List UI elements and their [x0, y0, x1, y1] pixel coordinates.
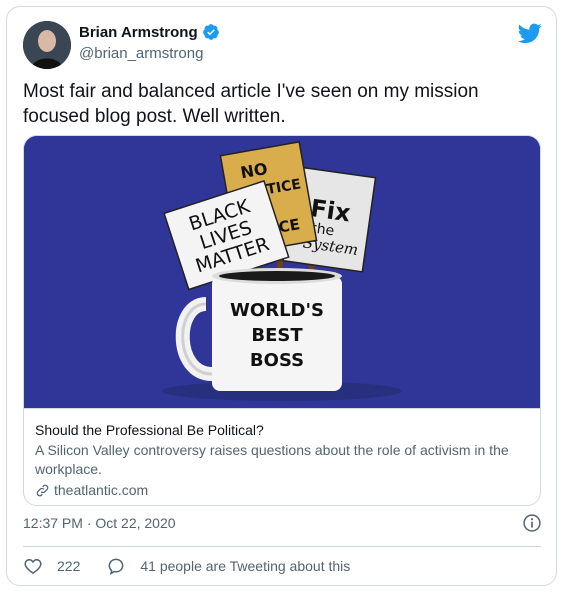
article-domain-text: theatlantic.com: [54, 482, 149, 498]
reply-bubble-icon: [108, 558, 124, 576]
twitter-bird-icon[interactable]: [517, 21, 542, 45]
author-avatar[interactable]: [23, 21, 71, 69]
reply-text: 41 people are Tweeting about this: [140, 558, 351, 574]
verified-badge-icon: [202, 23, 220, 41]
article-image: Fix the System NO JUSTICE CE BLACK LIVES…: [24, 136, 540, 408]
mug-line-3: BOSS: [250, 350, 304, 371]
tweet-embed-card: Brian Armstrong @brian_armstrong Most fa…: [6, 6, 557, 586]
author-handle[interactable]: @brian_armstrong: [79, 45, 203, 62]
mug-line-2: BEST: [251, 325, 303, 346]
article-domain: theatlantic.com: [35, 481, 529, 500]
tweet-actions: 222 41 people are Tweeting about this: [23, 556, 350, 576]
article-description: A Silicon Valley controversy raises ques…: [35, 442, 509, 477]
tweet-text: Most fair and balanced article I've seen…: [23, 81, 479, 127]
article-title: Should the Professional Be Political?: [35, 422, 264, 438]
divider: [23, 546, 541, 547]
like-count: 222: [57, 558, 81, 574]
article-link-card[interactable]: Fix the System NO JUSTICE CE BLACK LIVES…: [23, 135, 541, 506]
heart-icon: [24, 558, 42, 574]
info-icon[interactable]: [522, 513, 542, 533]
author-name[interactable]: Brian Armstrong: [79, 24, 198, 41]
author-name-row: Brian Armstrong: [79, 23, 220, 41]
tweet-timestamp[interactable]: 12:37 PM · Oct 22, 2020: [23, 515, 176, 531]
like-button[interactable]: 222: [23, 556, 80, 576]
link-icon: [36, 484, 49, 497]
article-meta: Should the Professional Be Political? A …: [24, 408, 540, 505]
article-illustration: Fix the System NO JUSTICE CE BLACK LIVES…: [24, 136, 540, 408]
reply-button[interactable]: 41 people are Tweeting about this: [106, 556, 350, 576]
avatar-photo-icon: [23, 21, 71, 69]
mug-line-1: WORLD'S: [230, 300, 324, 321]
